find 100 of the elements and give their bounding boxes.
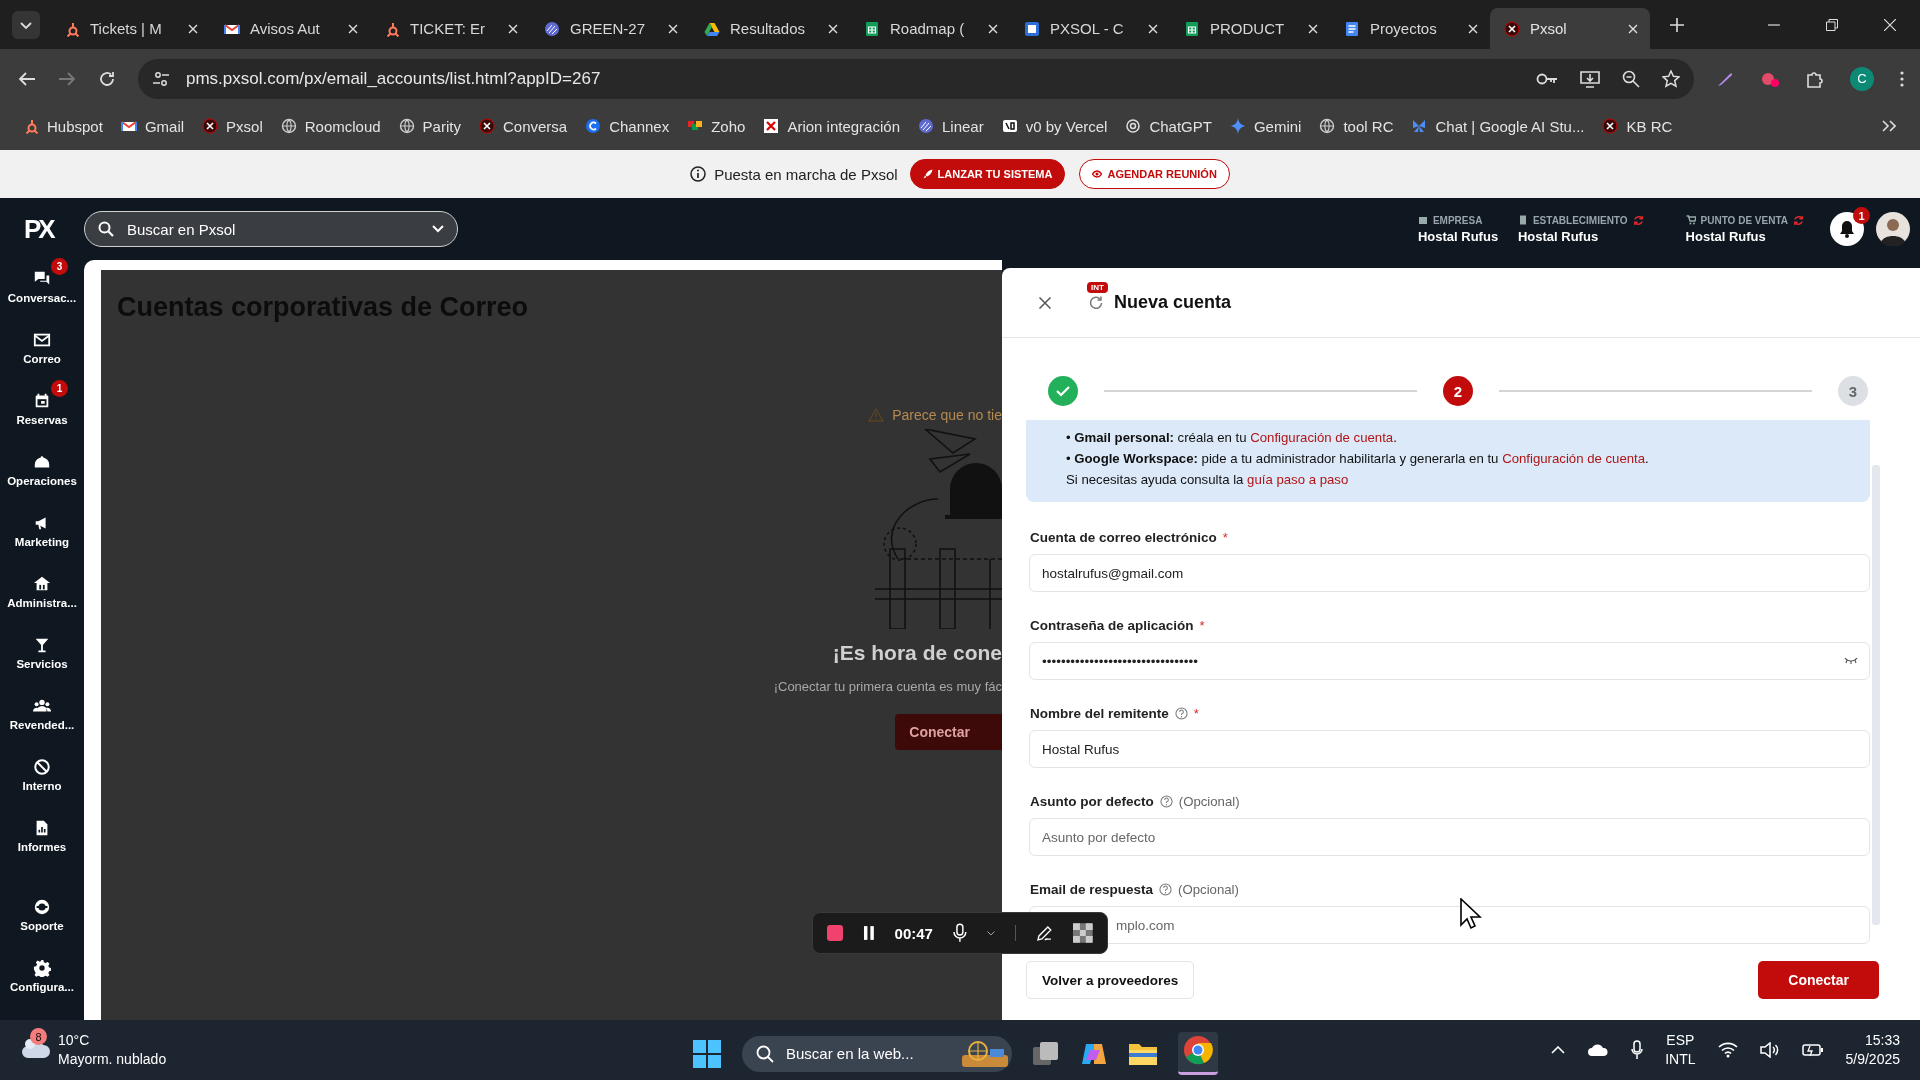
taskbar-search-field[interactable]: Buscar en la web... <box>742 1035 1012 1072</box>
bookmark-link[interactable]: Roomcloud <box>271 117 390 135</box>
bookmark-link[interactable]: Gmail <box>111 117 194 135</box>
sidebar-item[interactable]: 3 Conversac... <box>0 256 84 317</box>
context-value[interactable]: Hostal Rufus <box>1417 228 1500 244</box>
sync-icon[interactable] <box>1793 214 1804 226</box>
user-avatar-icon[interactable] <box>1876 212 1910 246</box>
sidebar-item[interactable]: Administra... <box>0 561 84 622</box>
sidebar-item[interactable]: Revended... <box>0 683 84 744</box>
context-label: EMPRESA <box>1432 214 1483 226</box>
sidebar-item[interactable]: Marketing <box>0 500 84 561</box>
bookmark-link[interactable]: ChatGPT <box>1116 117 1221 135</box>
browser-tab[interactable]: Tickets | M <box>50 8 210 49</box>
keyboard-layout-text[interactable]: INTL <box>1665 1050 1696 1069</box>
input-field[interactable]: hostalrufus@gmail.com <box>1029 554 1870 592</box>
bookmark-link[interactable]: Hubspot <box>14 117 112 135</box>
bookmark-link[interactable]: Linear <box>909 117 993 135</box>
close-icon[interactable] <box>1039 296 1051 309</box>
zoom-out-icon[interactable] <box>1622 69 1640 88</box>
closed-eye-icon[interactable] <box>1844 657 1858 665</box>
more-vertical-icon[interactable] <box>1900 70 1904 87</box>
bookmark-link[interactable]: v0 by Vercel <box>992 117 1117 135</box>
schedule-button[interactable]: AGENDAR REUNIÓN <box>1079 159 1230 189</box>
help-icon[interactable] <box>1174 706 1188 720</box>
sidebar-item[interactable]: Operaciones <box>0 439 84 500</box>
browser-tab[interactable]: Proyectos <box>1330 8 1490 49</box>
bookmark-link[interactable]: Arion integración <box>754 117 909 135</box>
browser-tab[interactable]: PRODUCT <box>1170 8 1330 49</box>
clock-date[interactable]: 5/9/2025 <box>1845 1050 1900 1069</box>
bookmark-link[interactable]: Chat | Google AI Stu... <box>1402 117 1594 135</box>
browser-tab[interactable]: Roadmap ( <box>850 8 1010 49</box>
browser-tab[interactable]: Resultados <box>690 8 850 49</box>
pen-icon[interactable] <box>1035 924 1054 942</box>
speaker-icon[interactable] <box>1759 1042 1780 1058</box>
app-logo[interactable]: PX <box>24 213 84 245</box>
context-value[interactable]: Hostal Rufus <box>1685 228 1804 244</box>
task-view-icon[interactable] <box>1032 1040 1060 1067</box>
restore-icon[interactable] <box>1826 18 1838 31</box>
sidebar-item[interactable]: Soporte <box>0 884 84 945</box>
plus-icon[interactable] <box>1670 17 1684 32</box>
install-icon[interactable] <box>1580 69 1600 88</box>
browser-tab[interactable]: PXSOL - C <box>1010 8 1170 49</box>
star-icon[interactable] <box>1662 69 1680 88</box>
back-button[interactable]: Volver a proveedores <box>1026 961 1195 999</box>
profile-avatar[interactable]: C <box>1850 66 1874 91</box>
sidebar-item[interactable]: Configura... <box>0 945 84 1006</box>
launch-button[interactable]: LANZAR TU SISTEMA <box>909 159 1066 189</box>
reload-icon[interactable] <box>1089 295 1103 310</box>
input-field[interactable]: Hostal Rufus <box>1029 730 1870 768</box>
sidebar-item[interactable]: Correo <box>0 317 84 378</box>
connect-button[interactable]: Conectar <box>895 714 1002 750</box>
browser-tab[interactable]: GREEN-27 <box>530 8 690 49</box>
bookmark-link[interactable]: Pxsol <box>193 117 272 135</box>
help-icon[interactable] <box>1159 794 1173 808</box>
search-field[interactable]: Buscar en Pxsol <box>84 211 458 247</box>
reload-icon[interactable] <box>98 69 116 88</box>
bookmark-link[interactable]: Conversa <box>469 117 577 135</box>
bookmark-link[interactable]: KB RC <box>1593 117 1682 135</box>
caret-icon[interactable] <box>986 930 995 936</box>
sidebar-item[interactable]: Interno <box>0 744 84 805</box>
context-value[interactable]: Hostal Rufus <box>1517 228 1644 244</box>
bookmark-link[interactable]: Gemini <box>1220 117 1311 135</box>
bookmark-link[interactable]: Parity <box>389 117 470 135</box>
input-field[interactable]: Asunto por defecto <box>1029 818 1870 856</box>
chevron-up-icon[interactable] <box>1551 1046 1566 1054</box>
notifications-button[interactable] <box>1830 212 1864 246</box>
browser-tab[interactable]: Pxsol <box>1490 8 1650 49</box>
forward-arrow-icon[interactable] <box>58 69 76 88</box>
browser-tab[interactable]: Avisos Aut <box>210 8 370 49</box>
bookmark-link[interactable]: tool RC <box>1310 117 1403 135</box>
input-field[interactable]: ••••••••••••••••••••••••••••••••• <box>1029 642 1870 680</box>
more-chevron-icon[interactable] <box>1882 120 1896 132</box>
chrome-icon[interactable] <box>1183 1035 1213 1065</box>
sidebar-item[interactable]: Servicios <box>0 622 84 683</box>
sidebar-item[interactable]: Informes <box>0 805 84 866</box>
chevron-down-icon[interactable] <box>432 225 444 233</box>
address-bar[interactable]: pms.pxsol.com/px/email_accounts/list.html?appID=267 <box>138 58 1694 99</box>
bookmark-link[interactable]: Zoho <box>678 117 755 135</box>
help-icon[interactable] <box>1159 882 1173 896</box>
chevron-down-icon[interactable] <box>12 10 40 39</box>
microphone-icon[interactable] <box>952 923 967 943</box>
pause-icon[interactable] <box>862 926 875 940</box>
key-icon[interactable] <box>1536 71 1558 86</box>
tune-icon[interactable] <box>152 69 170 88</box>
link[interactable]: guía paso a paso <box>1247 472 1349 487</box>
connect-button[interactable]: Conectar <box>1758 961 1879 999</box>
back-arrow-icon[interactable] <box>18 69 36 88</box>
puzzle-icon[interactable] <box>1806 69 1824 88</box>
microphone-icon[interactable] <box>1631 1040 1644 1060</box>
language-text[interactable]: ESP <box>1665 1031 1696 1050</box>
clock-time[interactable]: 15:33 <box>1845 1031 1900 1050</box>
battery-icon[interactable] <box>1801 1043 1824 1057</box>
cloud-icon[interactable] <box>1587 1043 1610 1057</box>
browser-tab[interactable]: TICKET: Er <box>370 8 530 49</box>
checker-icon[interactable] <box>1073 923 1093 943</box>
wifi-icon[interactable] <box>1717 1042 1738 1058</box>
windows-start-icon[interactable] <box>692 1038 722 1069</box>
sync-icon[interactable] <box>1632 214 1644 226</box>
sidebar-item[interactable]: 1 Reservas <box>0 378 84 439</box>
bookmark-link[interactable]: Channex <box>576 117 679 135</box>
